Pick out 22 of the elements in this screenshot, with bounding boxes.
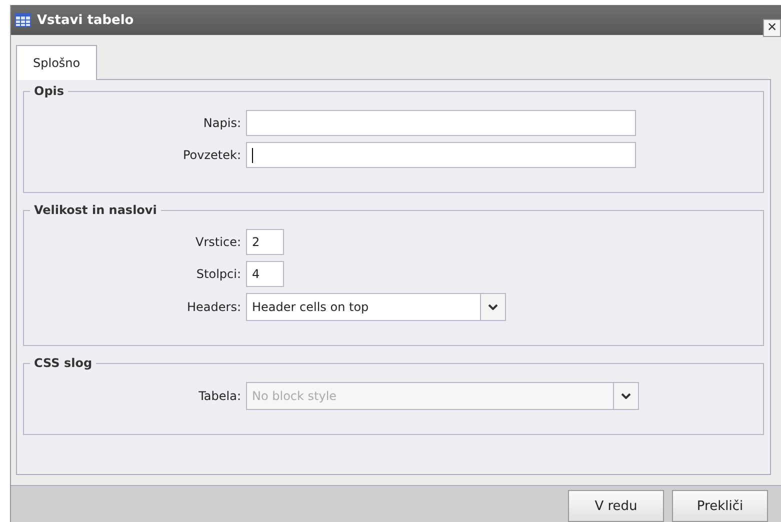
close-button[interactable]: × <box>763 19 781 37</box>
fieldset-legend: Opis <box>30 84 68 98</box>
field-label: Povzetek: <box>182 148 242 162</box>
table-icon <box>15 13 31 27</box>
field-label: Tabela: <box>198 389 242 403</box>
dialog-button[interactable]: Prekliči <box>672 490 768 522</box>
dropdown-field[interactable]: Header cells on top <box>246 293 506 321</box>
tab[interactable]: Splošno <box>16 45 98 80</box>
window-title: Vstavi tabelo <box>37 12 134 28</box>
field-label: Headers: <box>186 300 242 314</box>
chevron-down-icon <box>488 304 498 310</box>
input-field[interactable]: 4 <box>246 261 284 287</box>
input-field[interactable]: 2 <box>246 229 284 255</box>
field-label: Napis: <box>202 116 242 130</box>
chevron-down-icon <box>621 393 631 399</box>
fieldset-legend: Velikost in naslovi <box>30 203 161 217</box>
input-field[interactable] <box>246 110 636 136</box>
fieldset-legend: CSS slog <box>30 356 96 370</box>
dialog-button[interactable]: V redu <box>568 490 664 522</box>
input-field[interactable] <box>246 142 636 168</box>
field-label: Stolpci: <box>195 267 242 281</box>
field-label: Vrstice: <box>194 235 242 249</box>
